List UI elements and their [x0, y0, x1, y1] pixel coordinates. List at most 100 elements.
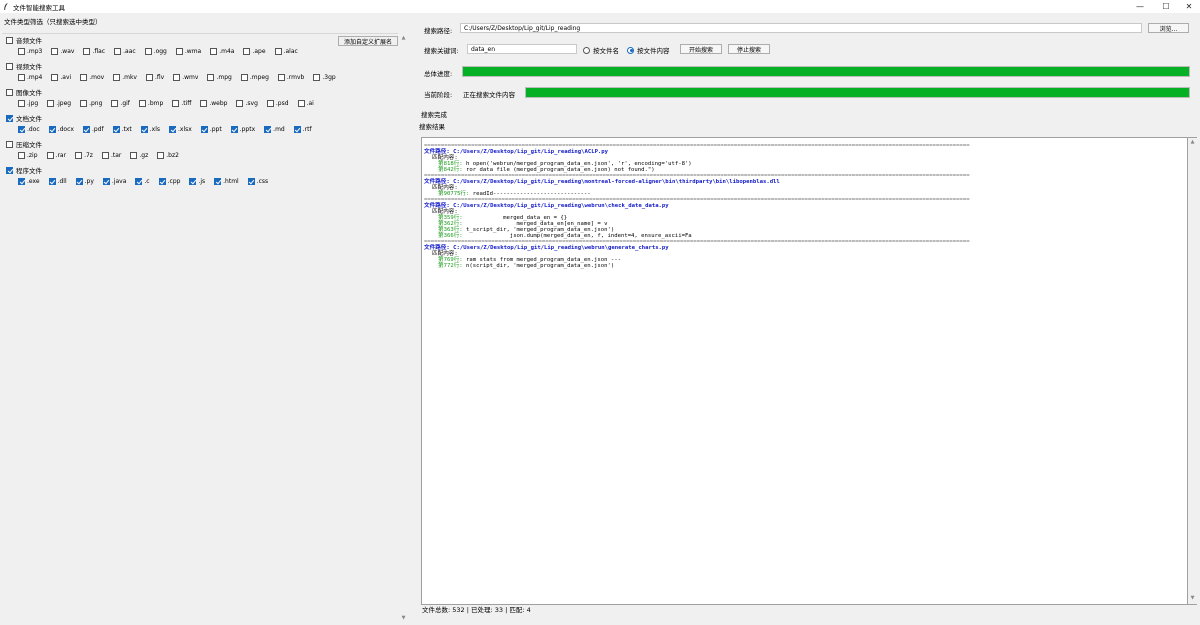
extension-checkbox[interactable]: .txt	[112, 126, 132, 133]
extension-label: .bmp	[147, 100, 164, 107]
browse-button[interactable]: 浏览...	[1148, 23, 1189, 33]
filter-panel-frame	[2, 33, 398, 625]
extension-checkbox[interactable]: .html	[214, 178, 239, 185]
extension-checkbox[interactable]: .docx	[48, 126, 74, 133]
results-scroll-up-icon[interactable]: ▲	[1188, 139, 1197, 148]
extension-label: .gif	[120, 100, 130, 107]
extension-checkbox[interactable]: .flv	[145, 74, 164, 81]
extension-checkbox[interactable]: .3gp	[313, 74, 336, 81]
extension-checkbox[interactable]: .xlsx	[169, 126, 192, 133]
extension-checkbox[interactable]: .webp	[200, 100, 227, 107]
checkbox-icon	[82, 126, 90, 133]
filter-group-title: 文件类型筛选（只搜索选中类型）	[4, 18, 102, 26]
extension-checkbox[interactable]: .flac	[83, 48, 105, 55]
extension-checkbox[interactable]: .pptx	[230, 126, 255, 133]
extension-checkbox[interactable]: .tar	[101, 152, 121, 159]
checkbox-icon	[111, 100, 119, 107]
category-checkbox-0[interactable]: 音频文件	[6, 35, 42, 45]
start-search-button[interactable]: 开始搜索	[680, 44, 722, 54]
extension-checkbox[interactable]: .c	[135, 178, 150, 185]
extension-checkbox[interactable]: .rmvb	[277, 74, 304, 81]
extension-checkbox[interactable]: .wmv	[173, 74, 198, 81]
extension-checkbox[interactable]: .ppt	[200, 126, 222, 133]
extension-label: .mp3	[27, 48, 43, 55]
extension-checkbox[interactable]: .png	[80, 100, 102, 107]
checkbox-icon	[6, 114, 13, 122]
checkbox-icon	[173, 74, 181, 81]
extension-checkbox[interactable]: .tiff	[172, 100, 191, 107]
extension-checkbox[interactable]: .aac	[114, 48, 136, 55]
stop-search-button[interactable]: 停止搜索	[728, 44, 770, 54]
extension-checkbox[interactable]: .gz	[130, 152, 148, 159]
extension-checkbox[interactable]: .mkv	[113, 74, 137, 81]
extension-checkbox[interactable]: .mpeg	[240, 74, 269, 81]
scroll-down-arrow-icon[interactable]: ▼	[399, 615, 408, 624]
results-text-area[interactable]: ========================================…	[421, 137, 1188, 605]
checkbox-icon	[18, 178, 25, 185]
extension-checkbox[interactable]: .wav	[51, 48, 74, 55]
category-checkbox-1[interactable]: 视频文件	[6, 61, 42, 71]
extension-checkbox[interactable]: .svg	[236, 100, 258, 107]
filter-scrollbar[interactable]: ▲ ▼	[399, 33, 408, 625]
close-button[interactable]: ✕	[1176, 0, 1200, 13]
extension-checkbox[interactable]: .py	[75, 178, 94, 185]
extension-label: .3gp	[322, 74, 336, 81]
extension-checkbox[interactable]: .doc	[18, 126, 40, 133]
extension-checkbox[interactable]: .wma	[175, 48, 201, 55]
category-checkbox-4[interactable]: 压缩文件	[6, 139, 42, 149]
extension-checkbox[interactable]: .ogg	[144, 48, 167, 55]
extension-checkbox[interactable]: .mov	[80, 74, 104, 81]
extension-checkbox[interactable]: .xls	[140, 126, 160, 133]
keyword-input[interactable]: data_en	[467, 44, 577, 54]
category-checkbox-2[interactable]: 图像文件	[6, 87, 42, 97]
extension-checkbox[interactable]: .rtf	[293, 126, 312, 133]
search-path-input[interactable]: C:/Users/Z/Desktop/Lip_git/Lip_reading	[460, 23, 1142, 33]
extension-checkbox[interactable]: .zip	[18, 152, 38, 159]
extension-checkbox[interactable]: .alac	[274, 48, 298, 55]
extension-checkbox[interactable]: .7z	[75, 152, 93, 159]
checkbox-icon	[18, 48, 25, 55]
extension-row: .jpg .jpeg .png .gif .bmp .tiff .webp .svg .psd.…	[18, 100, 323, 107]
stage-progress-fill	[526, 88, 1189, 97]
extension-checkbox[interactable]: .exe	[18, 178, 40, 185]
results-scrollbar[interactable]: ▲ ▼	[1188, 137, 1197, 605]
extension-label: .psd	[275, 100, 289, 107]
extension-checkbox[interactable]: .js	[189, 178, 205, 185]
minimize-button[interactable]: —	[1127, 0, 1153, 13]
category-checkbox-5[interactable]: 程序文件	[6, 165, 42, 175]
extension-label: .avi	[60, 74, 72, 81]
extension-checkbox[interactable]: .mp4	[18, 74, 42, 81]
extension-checkbox[interactable]: .ai	[297, 100, 314, 107]
extension-checkbox[interactable]: .mp3	[18, 48, 42, 55]
extension-checkbox[interactable]: .bz2	[157, 152, 179, 159]
extension-checkbox[interactable]: .md	[264, 126, 285, 133]
radio-search-by-filename[interactable]: 按文件名	[583, 45, 619, 55]
extension-checkbox[interactable]: .dll	[48, 178, 67, 185]
extension-checkbox[interactable]: .pdf	[82, 126, 104, 133]
extension-label: .rar	[55, 152, 67, 159]
add-custom-extension-button[interactable]: 添加自定义扩展名	[338, 36, 398, 46]
checkbox-icon	[6, 166, 13, 174]
extension-checkbox[interactable]: .css	[247, 178, 268, 185]
extension-checkbox[interactable]: .bmp	[138, 100, 164, 107]
status-bar-text: 文件总数: 532 | 已处理: 33 | 匹配: 4	[422, 606, 531, 614]
extension-checkbox[interactable]: .rar	[46, 152, 67, 159]
extension-checkbox[interactable]: .psd	[266, 100, 289, 107]
extension-checkbox[interactable]: .jpeg	[47, 100, 71, 107]
extension-checkbox[interactable]: .m4a	[210, 48, 234, 55]
extension-checkbox[interactable]: .ape	[243, 48, 266, 55]
extension-checkbox[interactable]: .gif	[111, 100, 130, 107]
extension-checkbox[interactable]: .mpg	[207, 74, 232, 81]
extension-checkbox[interactable]: .java	[102, 178, 126, 185]
extension-checkbox[interactable]: .cpp	[158, 178, 180, 185]
scroll-up-arrow-icon[interactable]: ▲	[399, 35, 408, 44]
category-checkbox-3[interactable]: 文档文件	[6, 113, 42, 123]
radio-search-by-content[interactable]: 按文件内容	[627, 45, 670, 55]
checkbox-icon	[80, 100, 88, 107]
file-type-filter-panel: 文件类型筛选（只搜索选中类型） 添加自定义扩展名 音频文件 .mp3 .wav .fl…	[0, 13, 410, 625]
results-scroll-down-icon[interactable]: ▼	[1188, 595, 1197, 604]
extension-checkbox[interactable]: .avi	[51, 74, 71, 81]
path-value: C:/Users/Z/Desktop/Lip_git/Lip_reading\A…	[453, 149, 609, 155]
extension-checkbox[interactable]: .jpg	[18, 100, 38, 107]
radio-filename-label: 按文件名	[593, 47, 619, 55]
